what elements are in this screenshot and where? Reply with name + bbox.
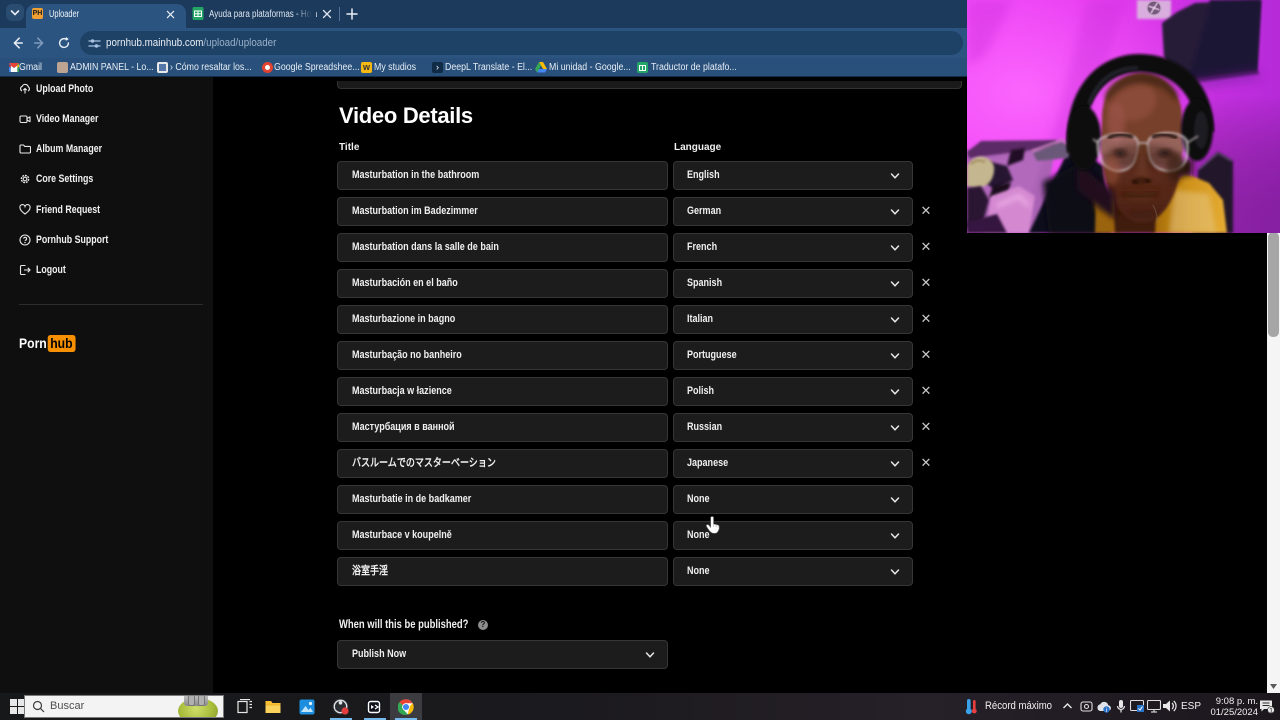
svg-text:i: i <box>1106 708 1107 713</box>
svg-text:1: 1 <box>1269 707 1273 714</box>
